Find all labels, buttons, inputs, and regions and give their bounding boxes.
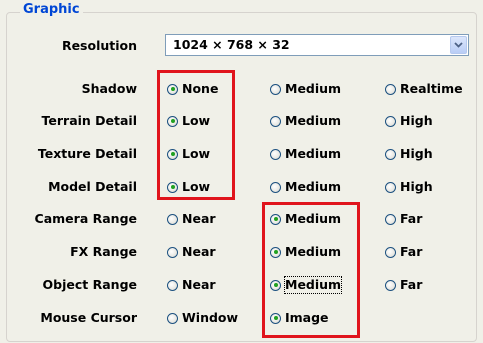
radio-button-icon[interactable] xyxy=(270,115,281,127)
radio-button-icon[interactable] xyxy=(385,279,396,291)
radio-label: High xyxy=(400,146,433,161)
radio-label: Medium xyxy=(285,81,342,96)
terrain-detail-option-high[interactable]: High xyxy=(385,112,433,130)
radio-label: Far xyxy=(400,244,423,259)
radio-label: Near xyxy=(182,244,216,259)
resolution-select[interactable]: 1024 × 768 × 32 xyxy=(165,34,469,56)
model-detail-option-high[interactable]: High xyxy=(385,178,433,196)
radio-button-icon[interactable] xyxy=(385,148,396,160)
radio-button-icon[interactable] xyxy=(167,246,178,258)
object-range-option-near[interactable]: Near xyxy=(167,276,216,294)
row-label: FX Range xyxy=(70,244,137,259)
radio-label: Medium xyxy=(285,113,342,128)
highlight-medium-settings xyxy=(262,202,360,338)
radio-button-icon[interactable] xyxy=(270,181,281,193)
model-detail-option-medium[interactable]: Medium xyxy=(270,178,341,196)
mouse-cursor-option-window[interactable]: Window xyxy=(167,309,238,327)
radio-button-icon[interactable] xyxy=(385,213,396,225)
radio-button-icon[interactable] xyxy=(385,83,396,95)
radio-button-icon[interactable] xyxy=(167,279,178,291)
radio-button-icon[interactable] xyxy=(167,213,178,225)
radio-label: Far xyxy=(400,277,423,292)
radio-label: High xyxy=(400,179,433,194)
radio-label: Far xyxy=(400,211,423,226)
radio-button-icon[interactable] xyxy=(385,181,396,193)
terrain-detail-option-medium[interactable]: Medium xyxy=(270,112,341,130)
texture-detail-option-medium[interactable]: Medium xyxy=(270,145,341,163)
row-label: Shadow xyxy=(81,81,137,96)
radio-button-icon[interactable] xyxy=(385,115,396,127)
radio-button-icon[interactable] xyxy=(167,312,178,324)
radio-label: Realtime xyxy=(400,81,463,96)
camera-range-option-near[interactable]: Near xyxy=(167,210,216,228)
shadow-option-realtime[interactable]: Realtime xyxy=(385,80,463,98)
radio-button-icon[interactable] xyxy=(270,83,281,95)
shadow-option-medium[interactable]: Medium xyxy=(270,80,341,98)
radio-label: Medium xyxy=(285,146,342,161)
group-title: Graphic xyxy=(20,2,83,18)
texture-detail-option-high[interactable]: High xyxy=(385,145,433,163)
camera-range-option-far[interactable]: Far xyxy=(385,210,422,228)
row-label: Mouse Cursor xyxy=(40,310,137,325)
radio-button-icon[interactable] xyxy=(385,246,396,258)
row-label: Texture Detail xyxy=(37,146,137,161)
radio-label: Medium xyxy=(285,179,342,194)
row-label: Object Range xyxy=(42,277,137,292)
radio-label: Window xyxy=(182,310,239,325)
resolution-label: Resolution xyxy=(61,38,137,53)
radio-button-icon[interactable] xyxy=(270,148,281,160)
radio-label: Near xyxy=(182,211,216,226)
graphic-settings-panel: Graphic Resolution 1024 × 768 × 32 Shado… xyxy=(0,0,483,343)
fx-range-option-far[interactable]: Far xyxy=(385,243,422,261)
radio-label: Near xyxy=(182,277,216,292)
chevron-down-icon[interactable] xyxy=(450,36,467,54)
highlight-low-settings xyxy=(157,70,235,200)
object-range-option-far[interactable]: Far xyxy=(385,276,422,294)
row-label: Model Detail xyxy=(48,179,137,194)
radio-label: High xyxy=(400,113,433,128)
row-label: Terrain Detail xyxy=(41,113,137,128)
resolution-value: 1024 × 768 × 32 xyxy=(173,37,290,52)
fx-range-option-near[interactable]: Near xyxy=(167,243,216,261)
row-label: Camera Range xyxy=(34,211,137,226)
